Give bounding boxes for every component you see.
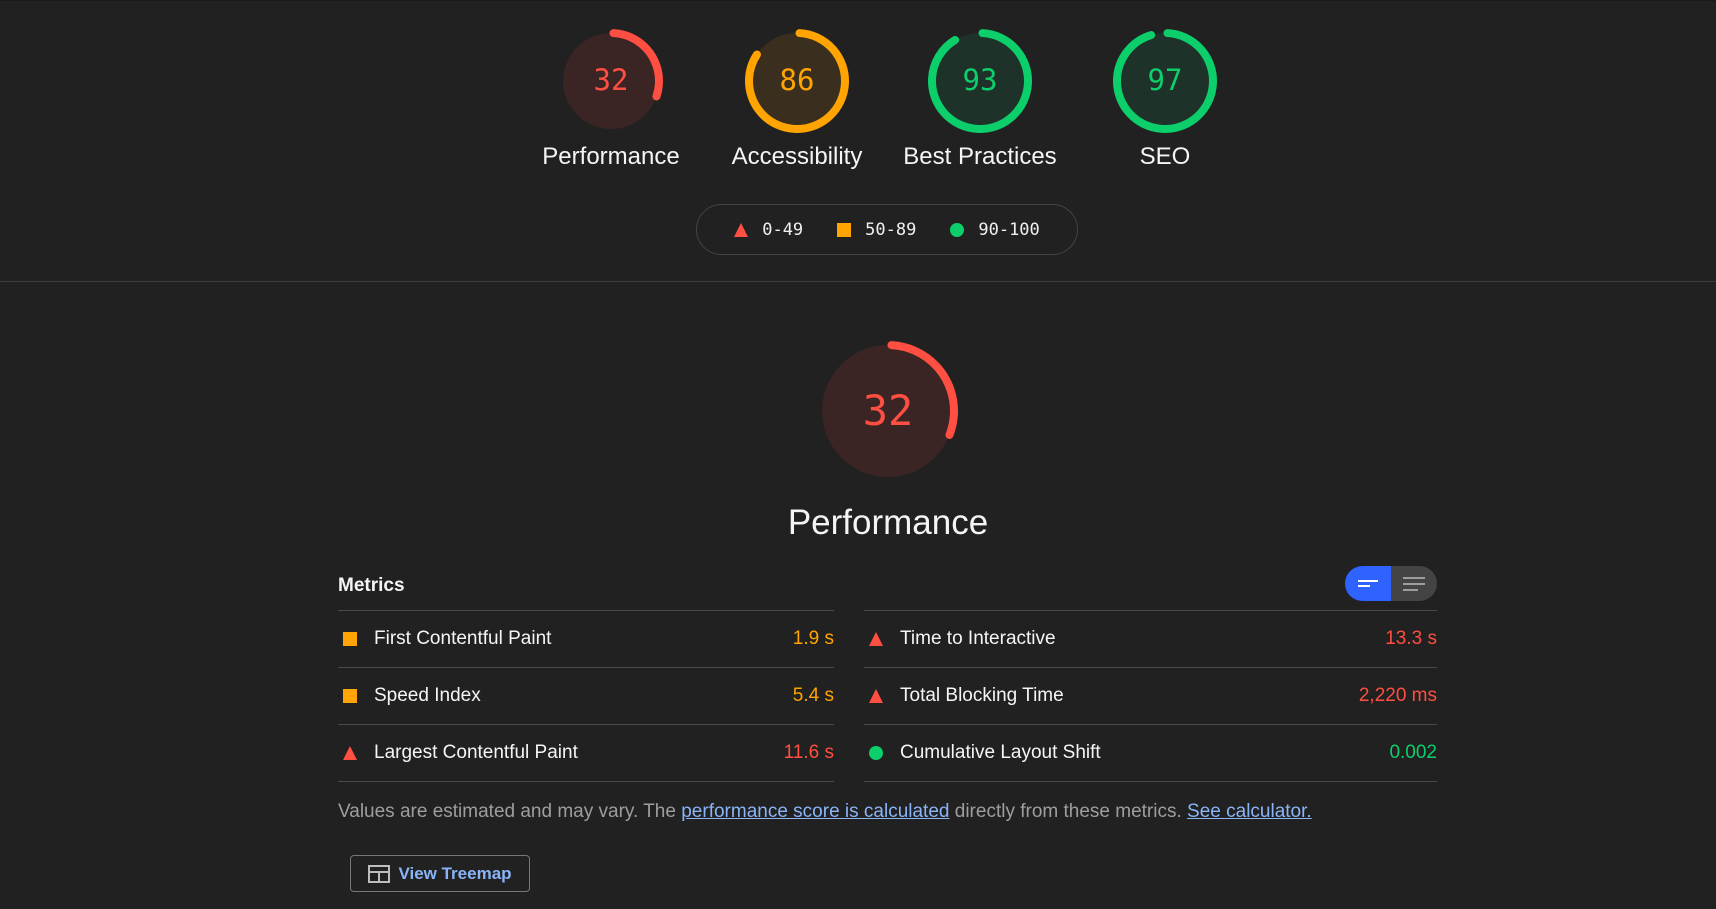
performance-gauge-large: 32 [818,341,958,481]
legend-average-label: 50-89 [865,219,917,240]
legend-average: 50-89 [837,220,916,240]
view-treemap-label: View Treemap [398,863,512,883]
square-icon [343,632,357,646]
short-lines-icon [1358,579,1378,587]
gauge-best-practices[interactable]: 93 Best Practices [890,29,1070,171]
metric-row: Cumulative Layout Shift 0.002 [864,724,1437,782]
gauge-performance-ring: 32 [559,29,663,133]
gauge-best-practices-ring: 93 [928,29,1032,133]
gauge-label: SEO [1139,143,1191,170]
metric-label: Cumulative Layout Shift [900,742,1101,763]
metrics-footnote: Values are estimated and may vary. The p… [338,801,1312,823]
metric-label: Speed Index [374,685,481,706]
gauge-seo[interactable]: 97 SEO [1075,29,1255,171]
gauge-score: 86 [780,63,815,97]
footnote-text: Values are estimated and may vary. The [338,801,682,822]
long-lines-icon [1403,576,1425,591]
expanded-view-button[interactable] [1391,566,1437,601]
score-calculated-link[interactable]: performance score is calculated [681,801,949,822]
metric-row: Largest Contentful Paint 11.6 s [338,724,834,782]
triangle-icon [734,222,749,237]
metric-value: 1.9 s [792,628,834,649]
compact-view-button[interactable] [1345,566,1391,601]
metric-row: First Contentful Paint 1.9 s [338,610,834,667]
view-treemap-button[interactable]: View Treemap [350,855,530,892]
metric-value: 13.3 s [1385,628,1437,649]
legend-pass-label: 90-100 [978,219,1040,240]
gauge-accessibility-ring: 86 [745,29,849,133]
metric-row: Time to Interactive 13.3 s [864,610,1437,667]
triangle-icon [343,746,357,760]
circle-icon [950,222,965,237]
performance-title: Performance [787,503,989,542]
performance-score: 32 [863,386,914,435]
legend-pass: 90-100 [950,219,1040,240]
triangle-icon [869,689,883,703]
gauge-performance[interactable]: 32 Performance [521,29,701,171]
metrics-view-toggle[interactable] [1345,566,1437,601]
square-icon [343,689,357,703]
metric-value: 2,220 ms [1358,685,1437,706]
triangle-icon [869,632,883,646]
circle-icon [869,746,883,760]
gauge-label: Best Practices [903,143,1057,170]
gauge-seo-ring: 97 [1113,29,1217,133]
gauge-label: Accessibility [731,143,863,170]
treemap-icon [368,864,391,883]
metric-label: Largest Contentful Paint [374,742,578,763]
gauge-score: 93 [963,63,998,97]
legend-fail: 0-49 [734,220,803,240]
metric-row: Speed Index 5.4 s [338,667,834,724]
category-gauges: 32 Performance 86 Accessibility 93 Best … [0,1,1716,281]
gauge-accessibility[interactable]: 86 Accessibility [707,29,887,171]
metric-label: Time to Interactive [900,628,1056,649]
metric-value: 5.4 s [792,685,834,706]
metric-value: 11.6 s [783,742,834,763]
score-scale-legend: 0-49 50-89 90-100 [696,204,1078,255]
section-divider [0,281,1716,282]
metric-label: Total Blocking Time [900,685,1064,706]
metrics-heading: Metrics [338,575,405,596]
metric-value: 0.002 [1389,742,1437,763]
legend-fail-label: 0-49 [762,219,804,240]
gauge-score: 97 [1148,63,1183,97]
metrics-column-right: Time to Interactive 13.3 s Total Blockin… [864,610,1437,782]
square-icon [837,222,852,237]
footnote-text: directly from these metrics. [949,801,1188,822]
metric-label: First Contentful Paint [374,628,552,649]
gauge-score: 32 [594,63,629,97]
metrics-column-left: First Contentful Paint 1.9 s Speed Index… [338,610,834,782]
see-calculator-link[interactable]: See calculator. [1187,801,1312,822]
gauge-label: Performance [542,143,680,170]
metric-row: Total Blocking Time 2,220 ms [864,667,1437,724]
